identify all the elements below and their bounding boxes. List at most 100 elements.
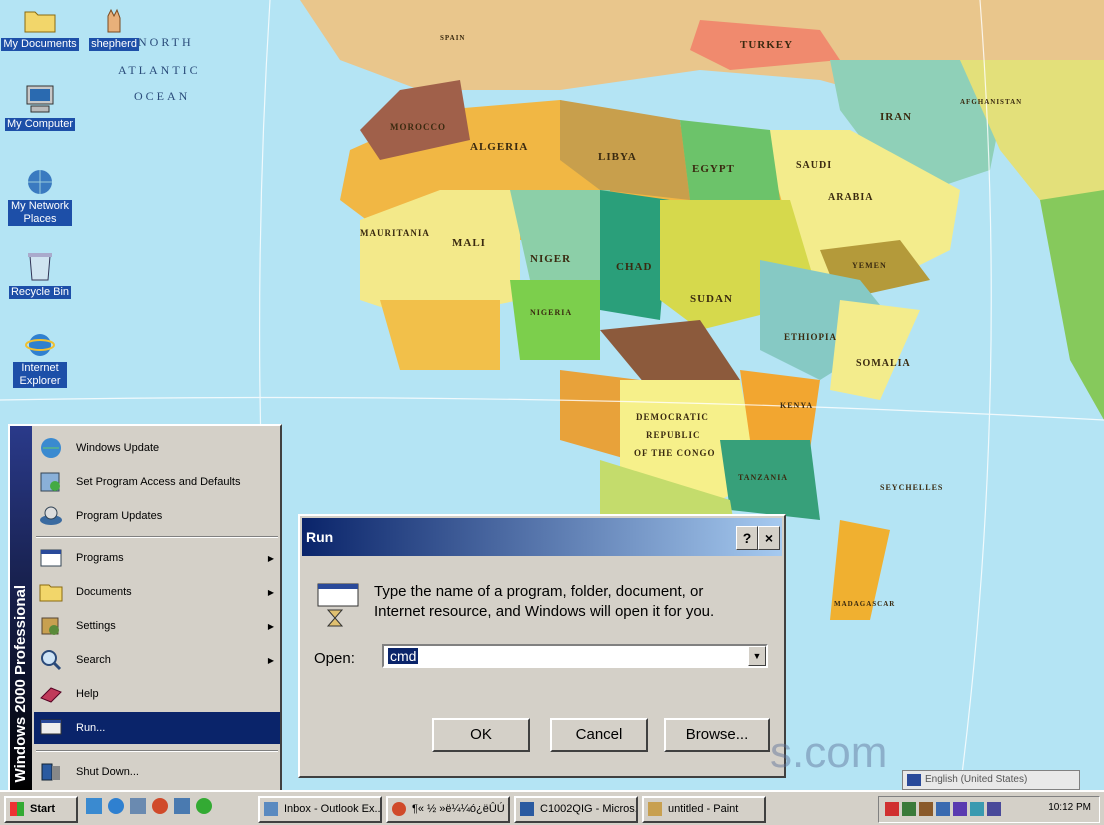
desktop-icon-recycle-bin[interactable]: Recycle Bin: [0, 250, 80, 299]
menu-item-help[interactable]: Help: [34, 678, 280, 710]
app-icon: [392, 802, 406, 817]
tray-user-icon[interactable]: [919, 802, 933, 816]
start-button[interactable]: Start: [4, 796, 78, 823]
media-icon[interactable]: [152, 798, 168, 814]
menu-item-settings[interactable]: Settings ▶: [34, 610, 280, 642]
menu-item-windows-update[interactable]: Windows Update: [34, 432, 280, 464]
taskbar: Start Inbox - Outlook Ex... ¶« ½ »ë¼¼ó¿ë…: [0, 790, 1104, 825]
svg-text:ALGERIA: ALGERIA: [470, 141, 528, 153]
shutdown-icon: [41, 763, 60, 781]
desktop-icon-label: Recycle Bin: [8, 286, 72, 299]
tray-icons: [885, 802, 1001, 816]
submenu-arrow-icon: ▶: [267, 655, 274, 665]
search-icon: [41, 650, 62, 671]
submenu-arrow-icon: ▶: [267, 587, 274, 597]
desktop-icon-label: My Documents: [1, 38, 79, 51]
ie-icon[interactable]: [108, 798, 124, 814]
hand-icon: [107, 8, 121, 33]
svg-text:YEMEN: YEMEN: [852, 261, 887, 270]
menu-item-label: Search: [76, 654, 111, 666]
cancel-button[interactable]: Cancel: [550, 718, 648, 752]
desktop-icon-label: My Computer: [4, 118, 76, 131]
language-bar[interactable]: English (United States): [902, 770, 1080, 790]
task-label: untitled - Paint: [668, 803, 739, 815]
word-icon: [520, 802, 534, 817]
run-dialog-message: Type the name of a program, folder, docu…: [374, 582, 714, 622]
start-menu-banner-text: Windows 2000 Professional: [12, 584, 29, 782]
svg-text:DEMOCRATIC: DEMOCRATIC: [636, 412, 709, 422]
svg-text:SUDAN: SUDAN: [690, 293, 733, 305]
ok-button[interactable]: OK: [432, 718, 530, 752]
svg-text:MADAGASCAR: MADAGASCAR: [834, 600, 895, 608]
desktop-icon-internet-explorer[interactable]: Internet Explorer: [0, 330, 80, 388]
desktop-icon-shepherd[interactable]: shepherd: [86, 6, 142, 51]
map-label-ocean: OCEAN: [134, 89, 190, 103]
tray-sync-icon[interactable]: [970, 802, 984, 816]
run-dialog-message-line1: Type the name of a program, folder, docu…: [374, 583, 704, 600]
outlook-icon: [264, 802, 278, 817]
desktop-icon-my-network-places[interactable]: My Network Places: [0, 168, 80, 226]
task-button-word[interactable]: C1002QIG - Micros...: [514, 796, 638, 823]
menu-item-shut-down[interactable]: Shut Down...: [34, 756, 280, 788]
start-label: Start: [30, 803, 56, 815]
task-button-paint[interactable]: untitled - Paint: [642, 796, 766, 823]
desktop-icon-my-documents[interactable]: My Documents: [0, 6, 80, 51]
tray-monitor-icon[interactable]: [936, 802, 950, 816]
task-label: C1002QIG - Micros...: [540, 803, 638, 815]
task-button-outlook[interactable]: Inbox - Outlook Ex...: [258, 796, 382, 823]
menu-item-documents[interactable]: Documents ▶: [34, 576, 280, 608]
program-access-icon: [40, 472, 60, 492]
svg-text:SPAIN: SPAIN: [440, 34, 465, 42]
desktop-icon-my-computer[interactable]: My Computer: [0, 84, 80, 131]
run-dialog-titlebar[interactable]: Run ? ×: [302, 518, 782, 556]
menu-separator: [36, 750, 278, 752]
menu-item-program-updates[interactable]: Program Updates: [34, 500, 280, 532]
svg-text:SEYCHELLES: SEYCHELLES: [880, 483, 943, 492]
svg-text:AFGHANISTAN: AFGHANISTAN: [960, 98, 1022, 106]
explorer-icon[interactable]: [174, 798, 190, 814]
settings-icon: [41, 617, 59, 635]
tray-messenger-icon[interactable]: [987, 802, 1001, 816]
programs-icon: [40, 549, 62, 567]
outlook-icon[interactable]: [130, 798, 146, 814]
svg-text:NIGER: NIGER: [530, 253, 571, 265]
help-button[interactable]: ?: [736, 526, 758, 550]
svg-text:KENYA: KENYA: [780, 401, 813, 410]
menu-item-label: Program Updates: [76, 510, 163, 522]
paint-icon: [648, 802, 662, 817]
desktop-icon[interactable]: [86, 798, 102, 814]
system-tray: 10:12 PM: [878, 796, 1100, 823]
svg-text:MALI: MALI: [452, 237, 486, 249]
clock[interactable]: 10:12 PM: [1048, 802, 1091, 813]
program-updates-icon: [40, 506, 62, 525]
open-combobox[interactable]: cmd ▼: [382, 644, 768, 668]
svg-text:ETHIOPIA: ETHIOPIA: [784, 332, 837, 342]
menu-item-search[interactable]: Search ▶: [34, 644, 280, 676]
menu-item-set-program-access[interactable]: Set Program Access and Defaults: [34, 466, 280, 498]
chevron-down-icon[interactable]: ▼: [748, 646, 766, 666]
tray-network-icon[interactable]: [902, 802, 916, 816]
close-button[interactable]: ×: [758, 526, 780, 550]
browse-button[interactable]: Browse...: [664, 718, 770, 752]
menu-item-programs[interactable]: Programs ▶: [34, 542, 280, 574]
open-input-value[interactable]: cmd: [388, 648, 419, 664]
messenger-icon[interactable]: [196, 798, 212, 814]
tray-app-icon[interactable]: [953, 802, 967, 816]
task-button-app[interactable]: ¶« ½ »ë¼¼ó¿ëÛÚ V...: [386, 796, 510, 823]
keyboard-icon: [907, 774, 921, 786]
svg-text:IRAN: IRAN: [880, 111, 912, 123]
menu-item-run[interactable]: Run...: [34, 712, 280, 744]
run-icon: [40, 719, 62, 735]
svg-text:REPUBLIC: REPUBLIC: [646, 430, 701, 440]
open-label: Open:: [314, 650, 355, 667]
svg-text:SAUDI: SAUDI: [796, 160, 832, 171]
menu-item-label: Settings: [76, 620, 116, 632]
windows-logo-icon: [10, 802, 24, 817]
menu-item-label: Windows Update: [76, 442, 160, 454]
svg-text:NIGERIA: NIGERIA: [530, 308, 572, 317]
submenu-arrow-icon: ▶: [267, 621, 274, 631]
tray-alert-icon[interactable]: [885, 802, 899, 816]
submenu-arrow-icon: ▶: [267, 553, 274, 563]
menu-item-label: Set Program Access and Defaults: [76, 476, 241, 488]
menu-item-label: Documents: [76, 586, 132, 598]
